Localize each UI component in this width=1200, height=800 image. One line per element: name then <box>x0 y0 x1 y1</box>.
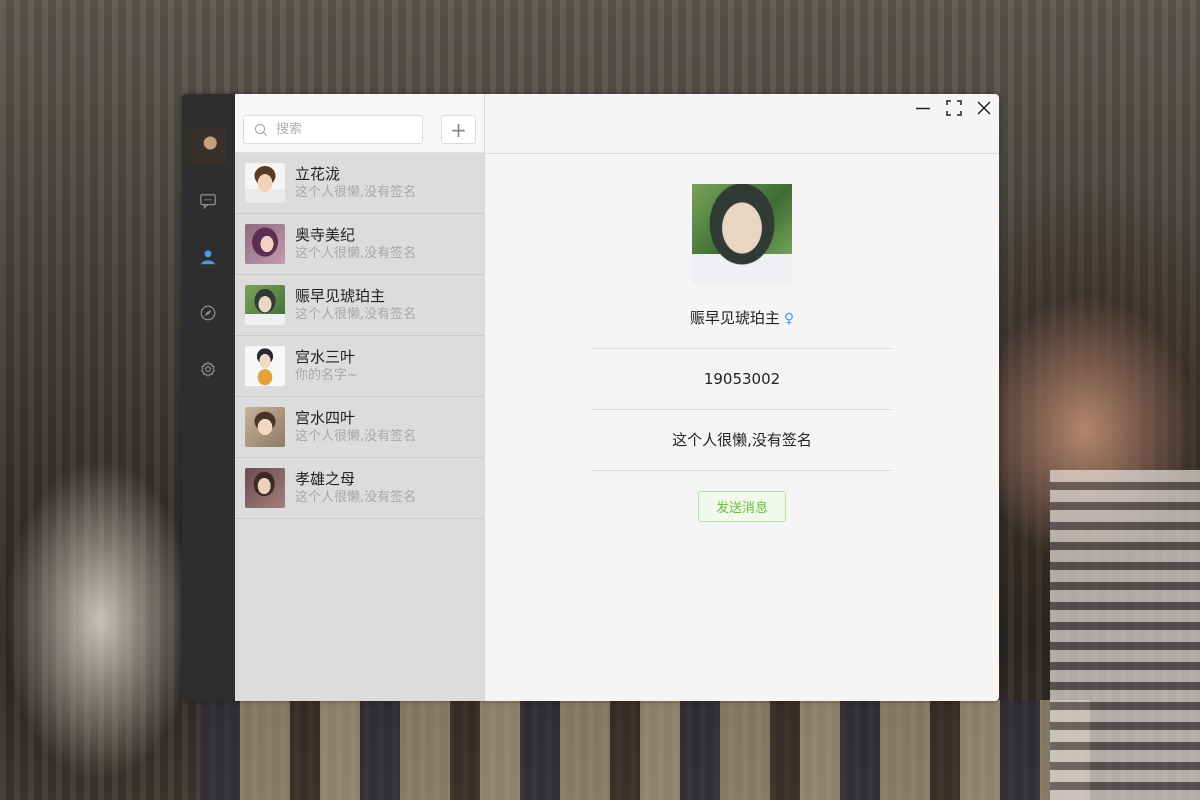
contact-signature: 这个人很懒,没有签名 <box>295 429 417 444</box>
nav-rail <box>182 94 235 701</box>
contact-avatar <box>245 163 285 203</box>
chat-app-window: + 立花泷 这个人很懒,没有签名 奥寺美纪 这个人很懒,没有签名 <box>182 94 999 701</box>
detail-header <box>485 94 999 154</box>
profile-avatar <box>692 184 792 284</box>
contact-signature: 这个人很懒,没有签名 <box>295 246 417 261</box>
contact-item[interactable]: 宫水四叶 这个人很懒,没有签名 <box>235 397 484 458</box>
close-icon[interactable] <box>976 100 992 116</box>
contact-item[interactable]: 奥寺美纪 这个人很懒,没有签名 <box>235 214 484 275</box>
female-gender-icon: ♀ <box>783 311 795 327</box>
search-icon <box>254 123 267 136</box>
contact-item[interactable]: 立花泷 这个人很懒,没有签名 <box>235 153 484 214</box>
settings-icon[interactable] <box>198 359 218 379</box>
contact-name: 宫水四叶 <box>295 409 356 427</box>
send-message-button[interactable]: 发送消息 <box>698 491 786 522</box>
divider <box>592 348 892 349</box>
contact-avatar <box>245 407 285 447</box>
profile-signature: 这个人很懒,没有签名 <box>672 431 812 449</box>
contact-name: 奥寺美纪 <box>295 226 356 244</box>
list-header: + <box>235 94 484 153</box>
contact-signature: 这个人很懒,没有签名 <box>295 490 417 505</box>
profile-name: 赈早见琥珀主 <box>689 309 780 327</box>
contact-name: 立花泷 <box>295 165 341 183</box>
contact-list-pane: + 立花泷 这个人很懒,没有签名 奥寺美纪 这个人很懒,没有签名 <box>235 94 485 701</box>
contact-signature: 这个人很懒,没有签名 <box>295 185 417 200</box>
add-contact-button[interactable]: + <box>441 115 476 144</box>
contact-item[interactable]: 赈早见琥珀主 这个人很懒,没有签名 <box>235 275 484 336</box>
minimize-icon[interactable] <box>915 100 931 116</box>
contacts-icon[interactable] <box>198 247 218 267</box>
profile-name-row: 赈早见琥珀主 ♀ <box>485 307 999 330</box>
contact-item[interactable]: 宫水三叶 你的名字~ <box>235 336 484 397</box>
maximize-icon[interactable] <box>946 100 962 116</box>
contact-name: 赈早见琥珀主 <box>295 287 386 305</box>
contact-item[interactable]: 孝雄之母 这个人很懒,没有签名 <box>235 458 484 519</box>
compass-icon[interactable] <box>198 303 218 323</box>
chat-icon[interactable] <box>198 191 218 211</box>
user-avatar[interactable] <box>191 129 226 164</box>
contact-avatar <box>245 224 285 264</box>
profile-id: 19053002 <box>703 370 781 388</box>
search-box[interactable] <box>243 115 423 144</box>
contact-avatar <box>245 346 285 386</box>
contact-signature: 这个人很懒,没有签名 <box>295 307 417 322</box>
background-photo-sweater <box>1050 470 1200 800</box>
contact-avatar <box>245 285 285 325</box>
contact-signature: 你的名字~ <box>295 368 358 383</box>
divider <box>592 470 892 471</box>
background-photo-detail <box>200 700 1100 800</box>
search-input[interactable] <box>276 122 406 137</box>
contact-avatar <box>245 468 285 508</box>
contact-list: 立花泷 这个人很懒,没有签名 奥寺美纪 这个人很懒,没有签名 赈早见琥珀主 这个… <box>235 153 484 701</box>
contact-detail-pane: 赈早见琥珀主 ♀ 19053002 这个人很懒,没有签名 发送消息 <box>485 94 999 701</box>
contact-name: 孝雄之母 <box>295 470 356 488</box>
contact-name: 宫水三叶 <box>295 348 356 366</box>
divider <box>592 409 892 410</box>
